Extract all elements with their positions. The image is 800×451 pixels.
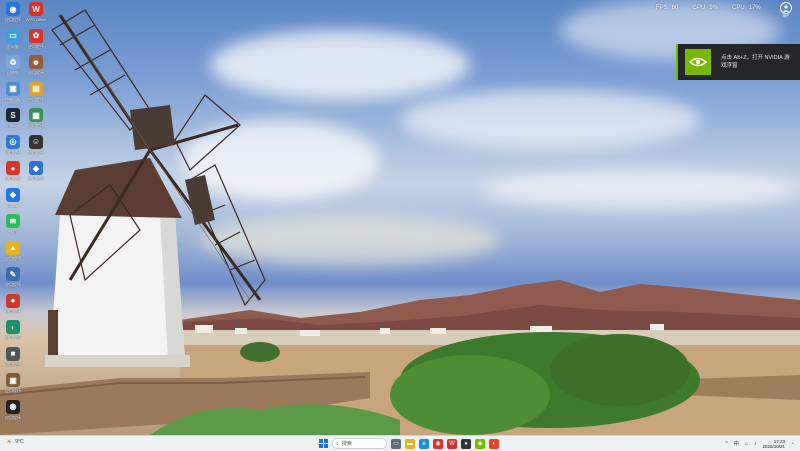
user-label: 用户 [782, 14, 790, 18]
desktop-icon-label: Steam [7, 123, 19, 128]
icon-3-icon: ♻ [6, 55, 20, 69]
perf-gpu: GPU 9% [692, 5, 718, 11]
perf-value: 17% [748, 5, 761, 11]
app-icon-2[interactable]: ◐ [489, 438, 499, 449]
icon-10-icon: ▲ [6, 240, 20, 255]
chevron-up-icon[interactable]: ^ [726, 441, 728, 447]
desktop-icon-label: 应用程序 [5, 149, 21, 155]
desktop-icon-label: 应用程序 [28, 176, 44, 181]
icon-20-icon: ▤ [29, 81, 43, 96]
icon-18-icon: ✿ [29, 28, 43, 43]
desktop-wallpaper: ◉ 应用程序 ▭ 此电脑 ♻ 回收站 ▣ 控制面板 S Steam ◎ 应用程序 ● 应用程序 ◆ ToDes… [0, 0, 800, 435]
desktop-icon-label: 应用程序 [5, 176, 21, 181]
icon-13-icon: ◐ [6, 320, 20, 334]
icon-19-icon: ☻ [29, 55, 43, 69]
desktop-icon-label: 应用程序 [5, 361, 21, 367]
desktop-icon-label: 应用程序 [28, 43, 44, 49]
desktop-icon-label: 应用程序 [5, 255, 21, 261]
icon-1-icon: ◉ [6, 2, 20, 16]
desktop-icon-icon-23[interactable]: ◆ 应用程序 [25, 161, 47, 195]
icon-15-icon: ▣ [6, 373, 20, 387]
perf-value: 9% [709, 5, 719, 11]
desktop-icon-label: 应用程序 [5, 308, 21, 314]
start-button[interactable] [318, 439, 328, 449]
search-input[interactable]: ⌕ 搜索 [332, 438, 387, 449]
chrome-icon[interactable]: ◉ [433, 438, 443, 449]
desktop-icon-label: 控制面板 [5, 96, 21, 102]
volume-icon[interactable]: ♪ [754, 441, 757, 447]
desktop-icon-label: 应用程序 [28, 96, 44, 102]
app-icon[interactable]: ● [461, 438, 471, 449]
taskbar: ☀ 9°C ⌕ 搜索 ▭ ▬ e ◉ W ● ◆ ◐ ^ 中 ⌂ ♪ 17:23… [0, 435, 800, 451]
icon-7-icon: ● [6, 161, 20, 175]
weather-widget[interactable]: ☀ 9°C [6, 438, 24, 446]
file-explorer-icon[interactable]: ▬ [405, 438, 415, 449]
wps-icon[interactable]: W [447, 438, 457, 449]
nvidia-notification[interactable]: 点击 Alt+Z，打开 NVIDIA 游戏浮窗 [676, 44, 800, 80]
nvidia-app-icon[interactable]: ◆ [475, 438, 485, 449]
desktop-icon-label: ToDesk [6, 202, 20, 208]
desktop-icon-label: 此电脑 [7, 43, 19, 49]
icon-9-icon: ✉ [6, 214, 20, 228]
search-icon: ⌕ [336, 440, 339, 447]
clock-date: 2025/10/21 [762, 443, 785, 449]
network-icon[interactable]: ⌂ [745, 441, 748, 447]
search-placeholder: 搜索 [341, 441, 352, 447]
desktop-icon-label: 应用程序 [5, 17, 21, 22]
desktop-icon-icon-16[interactable]: ◉ 应用程序 [2, 399, 24, 434]
desktop-icon-label: 应用程序 [28, 149, 44, 155]
icon-5-icon: S [6, 108, 20, 122]
clock[interactable]: 17:23 2025/10/21 [762, 439, 785, 449]
notification-text: 点击 Alt+Z，打开 NVIDIA 游戏浮窗 [721, 55, 790, 69]
perf-label: CPU [732, 5, 745, 11]
icon-4-icon: ▣ [6, 81, 20, 96]
desktop-icon-label: 应用程序 [5, 414, 21, 420]
input-language[interactable]: 中 [734, 440, 739, 447]
notification-bell-icon[interactable]: ◔ [791, 441, 794, 447]
perf-fps: FPS 60 [656, 5, 678, 11]
edge-icon[interactable]: e [419, 438, 429, 449]
desktop-icon-label: WPS Office [25, 17, 47, 22]
icon-8-icon: ◆ [6, 187, 20, 202]
perf-label: GPU [692, 5, 706, 11]
weather-icon: ☀ [6, 439, 13, 446]
user-widget[interactable]: 用户 [775, 2, 797, 28]
perf-value: 60 [671, 5, 679, 11]
icon-21-icon: ▦ [29, 108, 43, 122]
perf-cpu: CPU 17% [732, 5, 761, 11]
weather-temp: 9°C [15, 439, 24, 445]
desktop-icon-label: 应用程序 [28, 70, 44, 75]
desktop-icon-label: 应用程序 [5, 335, 21, 340]
perf-label: FPS [656, 5, 668, 11]
icon-16-icon: ◉ [6, 399, 20, 414]
desktop-icon-label: 应用程序 [5, 388, 21, 393]
desktop-icon-label: 应用程序 [5, 282, 21, 287]
desktop-icon-label: 回收站 [7, 70, 19, 75]
icon-14-icon: ■ [6, 346, 20, 361]
icon-6-icon: ◎ [6, 134, 20, 149]
user-icon [780, 2, 792, 14]
icon-12-icon: ● [6, 293, 20, 308]
icon-17-icon: W [29, 2, 43, 16]
icon-2-icon: ▭ [6, 28, 20, 43]
desktop-icon-label: 应用程序 [28, 123, 44, 128]
icon-23-icon: ◆ [29, 161, 43, 175]
nvidia-icon [685, 49, 711, 75]
icon-11-icon: ✎ [6, 267, 20, 281]
icon-22-icon: ☺ [29, 134, 43, 149]
task-view-icon[interactable]: ▭ [391, 438, 401, 449]
desktop-icon-label: 微信 [9, 229, 17, 234]
performance-overlay: FPS 60 GPU 9% CPU 17% [656, 5, 761, 11]
